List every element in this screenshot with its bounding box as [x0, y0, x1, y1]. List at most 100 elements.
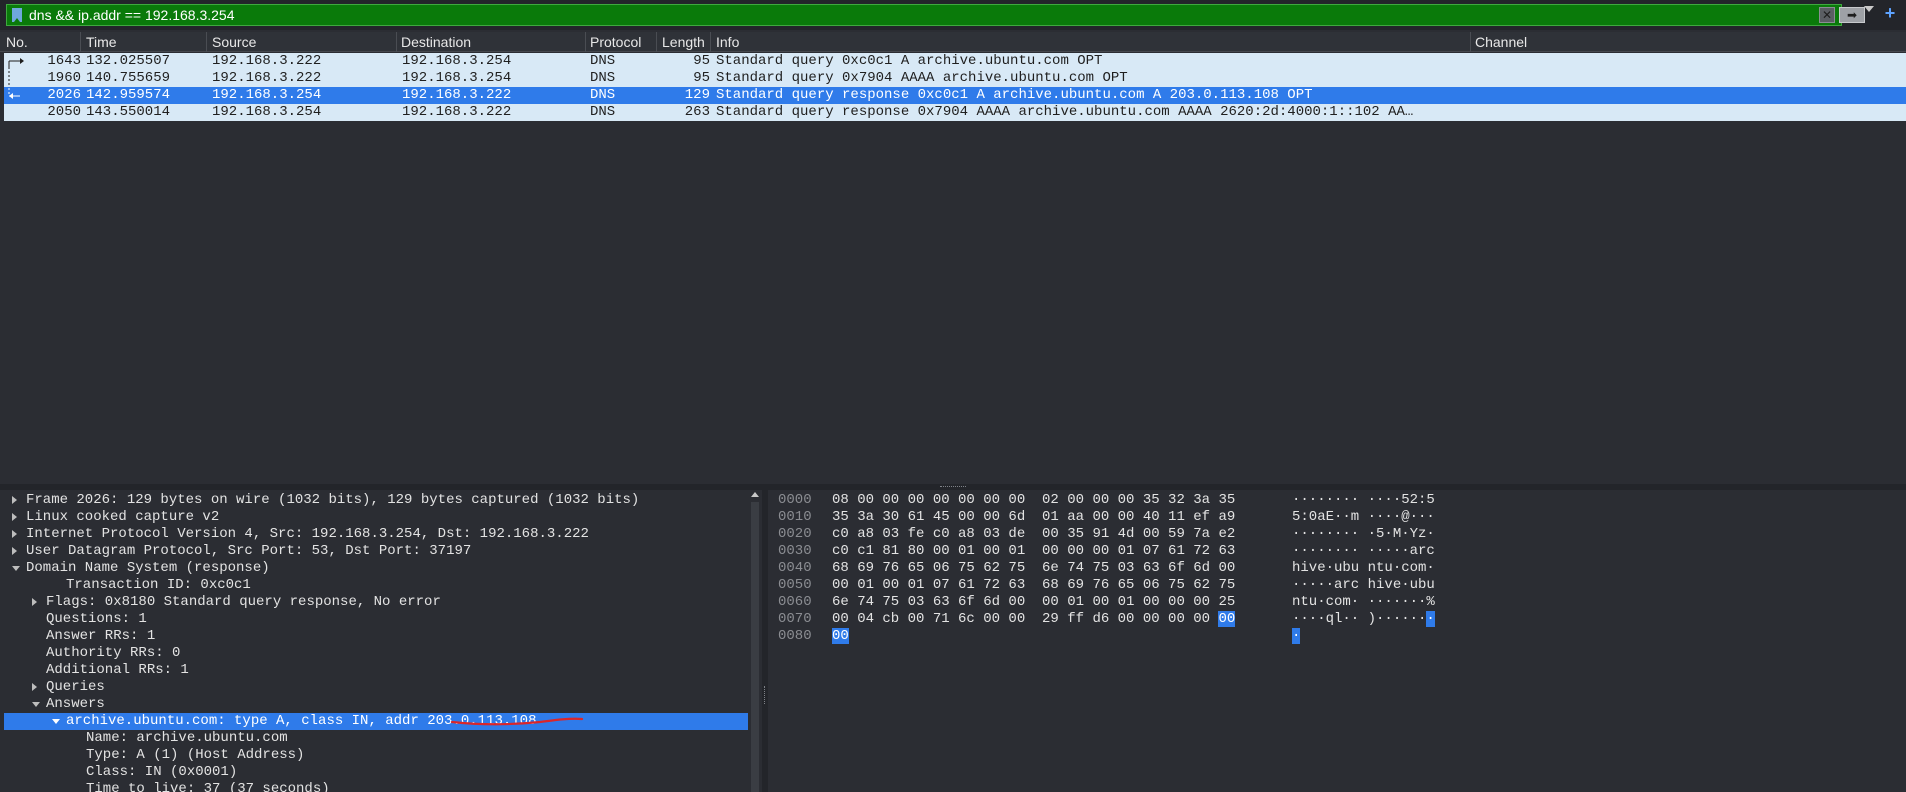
related-packet-line-icon [8, 71, 10, 86]
ascii-bytes[interactable]: ········ ·5·M·Yz· [1292, 526, 1435, 542]
filter-history-dropdown-icon[interactable] [1864, 6, 1874, 12]
detail-row-text: Linux cooked capture v2 [26, 509, 220, 525]
clear-filter-button[interactable]: ✕ [1819, 7, 1835, 23]
detail-row-text: Additional RRs: 1 [46, 662, 189, 678]
column-separator[interactable] [80, 32, 81, 52]
detail-row[interactable]: Authority RRs: 0 [4, 645, 748, 662]
detail-row[interactable]: Internet Protocol Version 4, Src: 192.16… [4, 526, 748, 543]
detail-row[interactable]: Answer RRs: 1 [4, 628, 748, 645]
column-separator[interactable] [396, 32, 397, 52]
detail-row[interactable]: Frame 2026: 129 bytes on wire (1032 bits… [4, 492, 748, 509]
hex-bytes[interactable]: 6e 74 75 03 63 6f 6d 00 00 01 00 01 00 0… [832, 594, 1235, 610]
splitter-grip[interactable] [764, 686, 766, 704]
column-header-protocol[interactable]: Protocol [590, 34, 641, 50]
packet-length: 95 [693, 53, 710, 69]
packet-row-selected[interactable]: 2026 142.959574 192.168.3.254 192.168.3.… [4, 87, 1906, 104]
hex-bytes[interactable]: 00 04 cb 00 71 6c 00 00 29 ff d6 00 00 0… [832, 611, 1236, 627]
ascii-bytes[interactable]: · [1292, 628, 1301, 644]
packet-destination: 192.168.3.254 [402, 70, 512, 86]
collapsed-arrow-icon[interactable] [12, 547, 17, 555]
expanded-arrow-icon[interactable] [52, 719, 60, 724]
add-filter-button[interactable]: + [1880, 3, 1900, 23]
display-filter-toolbar: dns && ip.addr == 192.168.3.254 ✕ ➡ + [0, 0, 1906, 30]
collapsed-arrow-icon[interactable] [32, 598, 37, 606]
detail-row[interactable]: Type: A (1) (Host Address) [4, 747, 748, 764]
column-header-source[interactable]: Source [212, 34, 256, 50]
packet-row[interactable]: 1960 140.755659 192.168.3.222 192.168.3.… [4, 70, 1906, 87]
hex-bytes[interactable]: 35 3a 30 61 45 00 00 6d 01 aa 00 00 40 1… [832, 509, 1235, 525]
packet-row[interactable]: 2050 143.550014 192.168.3.254 192.168.3.… [4, 104, 1906, 121]
packet-length: 95 [693, 70, 710, 86]
apply-filter-button[interactable]: ➡ [1839, 7, 1865, 23]
column-header-info[interactable]: Info [716, 34, 739, 50]
hex-bytes[interactable]: 00 [832, 628, 849, 644]
column-header-length[interactable]: Length [662, 34, 705, 50]
packet-time: 143.550014 [86, 104, 171, 120]
hex-offset: 0030 [778, 543, 812, 559]
detail-row[interactable]: Queries [4, 679, 748, 696]
scroll-up-icon[interactable] [751, 492, 759, 497]
column-header-time[interactable]: Time [86, 34, 117, 50]
packet-info: Standard query 0xc0c1 A archive.ubuntu.c… [716, 53, 1103, 69]
display-filter-input[interactable]: dns && ip.addr == 192.168.3.254 ✕ ➡ [6, 4, 1865, 26]
hex-bytes[interactable]: c0 c1 81 80 00 01 00 01 00 00 00 01 07 6… [832, 543, 1235, 559]
detail-row[interactable]: Name: archive.ubuntu.com [4, 730, 748, 747]
column-header-destination[interactable]: Destination [401, 34, 471, 50]
detail-row[interactable]: Linux cooked capture v2 [4, 509, 748, 526]
detail-row-text: User Datagram Protocol, Src Port: 53, Ds… [26, 543, 472, 559]
collapsed-arrow-icon[interactable] [12, 530, 17, 538]
ascii-bytes[interactable]: ········ ····52:5 [1292, 492, 1435, 508]
packet-source: 192.168.3.222 [212, 53, 322, 69]
details-scrollbar[interactable] [748, 490, 762, 792]
expanded-arrow-icon[interactable] [32, 702, 40, 707]
detail-row-text: Internet Protocol Version 4, Src: 192.16… [26, 526, 589, 542]
detail-row-text: Flags: 0x8180 Standard query response, N… [46, 594, 441, 610]
detail-row-text: Type: A (1) (Host Address) [86, 747, 305, 763]
scrollbar-track[interactable] [751, 502, 759, 792]
column-separator[interactable] [206, 32, 207, 52]
packet-bytes-pane: 0000 08 00 00 00 00 00 00 00 02 00 00 00 … [768, 490, 1906, 792]
hex-bytes[interactable]: c0 a8 03 fe c0 a8 03 de 00 35 91 4d 00 5… [832, 526, 1235, 542]
hex-bytes[interactable]: 68 69 76 65 06 75 62 75 6e 74 75 03 63 6… [832, 560, 1235, 576]
detail-row[interactable]: Class: IN (0x0001) [4, 764, 748, 781]
splitter-grip[interactable] [940, 486, 966, 488]
packet-no: 1960 [47, 70, 81, 86]
packet-time: 132.025507 [86, 53, 171, 69]
detail-row-text: Domain Name System (response) [26, 560, 270, 576]
detail-row[interactable]: Answers [4, 696, 748, 713]
hex-bytes[interactable]: 08 00 00 00 00 00 00 00 02 00 00 00 35 3… [832, 492, 1235, 508]
detail-row[interactable]: Transaction ID: 0xc0c1 [4, 577, 748, 594]
detail-row[interactable]: Domain Name System (response) [4, 560, 748, 577]
packet-no: 1643 [47, 53, 81, 69]
detail-row-text: Transaction ID: 0xc0c1 [66, 577, 251, 593]
display-filter-text[interactable]: dns && ip.addr == 192.168.3.254 [29, 7, 235, 23]
column-separator[interactable] [1470, 32, 1471, 52]
ascii-bytes[interactable]: ntu·com· ·······% [1292, 594, 1435, 610]
expanded-arrow-icon[interactable] [12, 566, 20, 571]
detail-row[interactable]: Flags: 0x8180 Standard query response, N… [4, 594, 748, 611]
ascii-bytes[interactable]: ·····arc hive·ubu [1292, 577, 1435, 593]
ascii-bytes[interactable]: hive·ubu ntu·com· [1292, 560, 1435, 576]
column-separator[interactable] [710, 32, 711, 52]
detail-row[interactable]: User Datagram Protocol, Src Port: 53, Ds… [4, 543, 748, 560]
hex-offset: 0040 [778, 560, 812, 576]
collapsed-arrow-icon[interactable] [32, 683, 37, 691]
collapsed-arrow-icon[interactable] [12, 496, 17, 504]
column-header-no[interactable]: No. [6, 34, 28, 50]
detail-row[interactable]: Additional RRs: 1 [4, 662, 748, 679]
detail-row-selected[interactable]: archive.ubuntu.com: type A, class IN, ad… [4, 713, 748, 730]
detail-row-text: Authority RRs: 0 [46, 645, 181, 661]
hex-bytes[interactable]: 00 01 00 01 07 61 72 63 68 69 76 65 06 7… [832, 577, 1235, 593]
collapsed-arrow-icon[interactable] [12, 513, 17, 521]
ascii-bytes[interactable]: ····ql·· )······· [1292, 611, 1435, 627]
ascii-bytes[interactable]: 5:0aE··m ····@··· [1292, 509, 1435, 525]
packet-row[interactable]: 1643 132.025507 192.168.3.222 192.168.3.… [4, 53, 1906, 70]
column-separator[interactable] [585, 32, 586, 52]
column-header-channel[interactable]: Channel [1475, 34, 1527, 50]
bookmark-icon[interactable] [12, 8, 22, 22]
column-separator[interactable] [656, 32, 657, 52]
detail-row[interactable]: Questions: 1 [4, 611, 748, 628]
packet-info: Standard query response 0x7904 AAAA arch… [716, 104, 1414, 120]
detail-row[interactable]: Time to live: 37 (37 seconds) [4, 781, 748, 792]
ascii-bytes[interactable]: ········ ·····arc [1292, 543, 1435, 559]
